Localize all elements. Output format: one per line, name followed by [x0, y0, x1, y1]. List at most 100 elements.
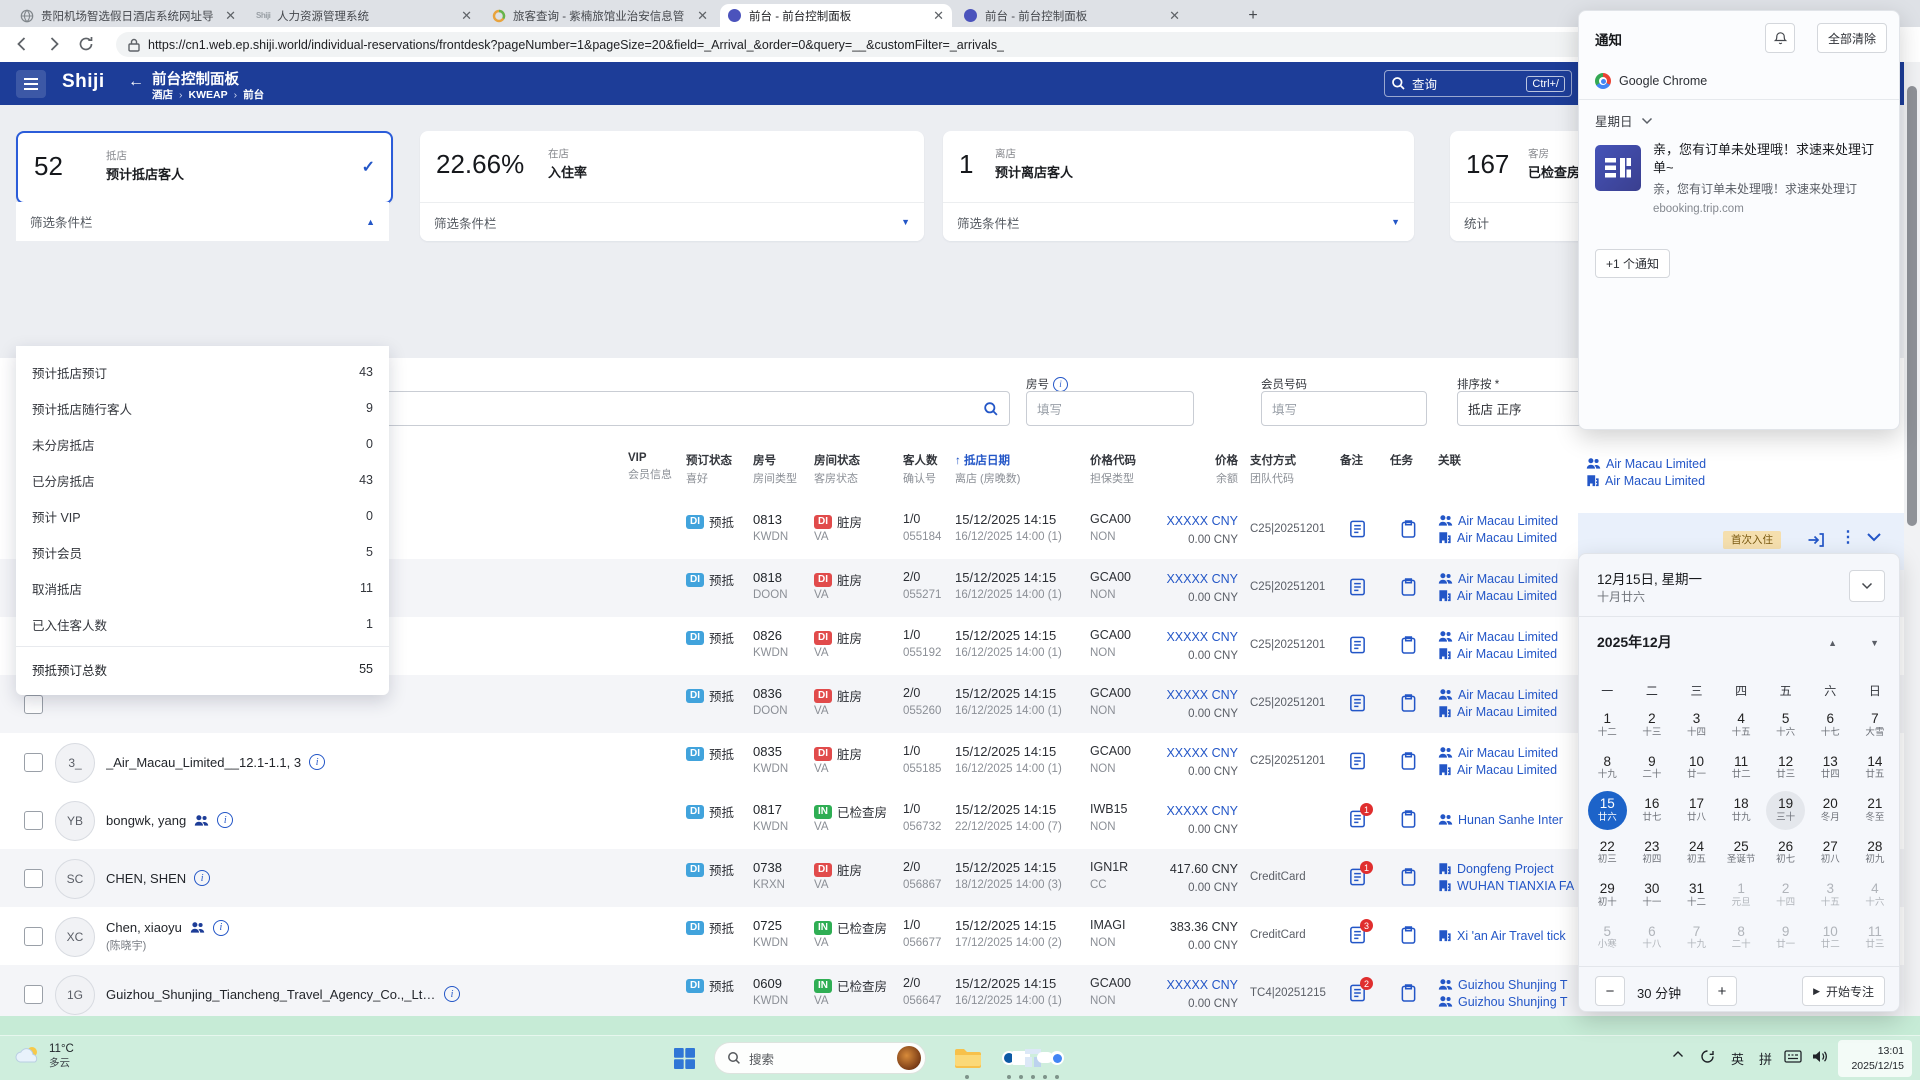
calendar-day[interactable]: 10廿一: [1674, 747, 1719, 790]
linked-profile[interactable]: Air Macau Limited: [1438, 744, 1558, 761]
departures-filter-bar[interactable]: 筛选条件栏▼: [943, 202, 1414, 241]
browser-tab[interactable]: 旅客查询 - 紫楠旅馆业治安信息管 ✕: [484, 4, 716, 27]
calendar-day[interactable]: 21冬至: [1853, 789, 1898, 832]
task-cell[interactable]: [1400, 867, 1417, 887]
ime-language-indicator[interactable]: 英: [1731, 1049, 1744, 1068]
calendar-day[interactable]: 10廿二: [1808, 917, 1853, 960]
guest-name[interactable]: Guizhou_Shunjing_Tiancheng_Travel_Agency…: [106, 987, 436, 1002]
calendar-day[interactable]: 18廿九: [1719, 789, 1764, 832]
tray-sync-icon[interactable]: [1699, 1048, 1716, 1065]
linked-profile[interactable]: Hunan Sanhe Inter: [1438, 811, 1563, 828]
note-cell[interactable]: 2: [1348, 983, 1367, 1003]
occupancy-filter-bar[interactable]: 筛选条件栏▼: [420, 202, 924, 241]
menu-icon[interactable]: [16, 70, 46, 98]
price[interactable]: XXXXX CNY: [1166, 572, 1238, 586]
calendar-day[interactable]: 5小寒: [1585, 917, 1630, 960]
calendar-day[interactable]: 26初七: [1763, 832, 1808, 875]
note-cell[interactable]: [1348, 577, 1367, 597]
calendar-day[interactable]: 3十四: [1674, 704, 1719, 747]
clear-all-button[interactable]: 全部清除: [1817, 23, 1887, 53]
calendar-day[interactable]: 1十二: [1585, 704, 1630, 747]
note-cell[interactable]: [1348, 519, 1367, 539]
price[interactable]: XXXXX CNY: [1166, 630, 1238, 644]
new-tab-button[interactable]: +: [1243, 6, 1263, 26]
info-icon[interactable]: i: [213, 920, 229, 936]
dropdown-item[interactable]: 预计会员 5: [16, 534, 389, 570]
note-cell[interactable]: [1348, 751, 1367, 771]
task-cell[interactable]: [1400, 809, 1417, 829]
tray-chevron-up-icon[interactable]: [1672, 1050, 1684, 1058]
notification-group[interactable]: 星期日: [1595, 111, 1653, 130]
note-icon[interactable]: [1348, 519, 1367, 539]
ime-mode-indicator[interactable]: 拼: [1759, 1049, 1772, 1068]
taskbar-clock[interactable]: 13:01 2025/12/15: [1838, 1040, 1912, 1077]
calendar-day[interactable]: 6十七: [1808, 704, 1853, 747]
task-icon[interactable]: [1400, 519, 1417, 539]
price[interactable]: 417.60 CNY: [1170, 862, 1238, 876]
notification-settings-icon[interactable]: [1765, 23, 1795, 53]
task-cell[interactable]: [1400, 635, 1417, 655]
tab-close-icon[interactable]: ✕: [461, 8, 472, 24]
more-notifications-button[interactable]: +1 个通知: [1595, 249, 1670, 278]
row-checkbox[interactable]: [24, 927, 43, 946]
task-icon[interactable]: [1400, 751, 1417, 771]
price[interactable]: 383.36 CNY: [1170, 920, 1238, 934]
linked-profile[interactable]: Air Macau Limited: [1438, 512, 1558, 529]
tab-close-icon[interactable]: ✕: [697, 8, 708, 24]
note-icon[interactable]: [1348, 693, 1367, 713]
dropdown-item[interactable]: 预计抵店预订 43: [16, 354, 389, 390]
forward-icon[interactable]: [44, 34, 64, 54]
dropdown-item[interactable]: 未分房抵店 0: [16, 426, 389, 462]
note-cell[interactable]: [1348, 635, 1367, 655]
notification-card[interactable]: 亲，您有订单未处理哦！求速来处理订单~ 亲，您有订单未处理哦！求速来处理订 eb…: [1595, 141, 1885, 215]
column-header[interactable]: ↑ 抵店日期离店 (房晚数): [955, 452, 1020, 486]
calendar-day[interactable]: 20冬月: [1808, 789, 1853, 832]
guest-name[interactable]: Chen, xiaoyu: [106, 920, 182, 935]
calendar-day[interactable]: 11廿二: [1719, 747, 1764, 790]
site-info-icon[interactable]: [128, 38, 140, 52]
more-actions-icon[interactable]: ⋮: [1840, 527, 1856, 547]
calendar-day[interactable]: 27初八: [1808, 832, 1853, 875]
calendar-day[interactable]: 8二十: [1719, 917, 1764, 960]
tab-close-icon[interactable]: ✕: [933, 8, 944, 24]
task-cell[interactable]: [1400, 519, 1417, 539]
row-checkbox[interactable]: [24, 695, 43, 714]
task-icon[interactable]: [1400, 983, 1417, 1003]
guest-name[interactable]: CHEN, SHEN: [106, 871, 186, 886]
dropdown-item[interactable]: 预计抵店随行客人 9: [16, 390, 389, 426]
calendar-day[interactable]: 4十五: [1719, 704, 1764, 747]
tab-close-icon[interactable]: ✕: [225, 8, 236, 24]
back-arrow-icon[interactable]: ←: [128, 73, 144, 91]
dropdown-item[interactable]: 取消抵店 11: [16, 570, 389, 606]
breadcrumb-hotel[interactable]: 酒店: [152, 87, 173, 102]
breadcrumb-property[interactable]: KWEAP: [189, 89, 228, 101]
linked-profile[interactable]: Air Macau Limited: [1438, 645, 1558, 662]
note-cell[interactable]: 3: [1348, 925, 1367, 945]
taskbar-search[interactable]: 搜索: [714, 1042, 926, 1074]
note-icon[interactable]: [1348, 635, 1367, 655]
note-icon[interactable]: [1348, 577, 1367, 597]
dropdown-item[interactable]: 已入住客人数 1: [16, 606, 389, 642]
linked-profile[interactable]: Dongfeng Project: [1438, 860, 1574, 877]
start-button[interactable]: [672, 1046, 697, 1071]
info-icon[interactable]: i: [217, 812, 233, 828]
calendar-collapse-icon[interactable]: [1849, 570, 1885, 602]
browser-tab[interactable]: Shiji 人力资源管理系统 ✕: [248, 4, 480, 27]
task-cell[interactable]: [1400, 577, 1417, 597]
guest-name[interactable]: _Air_Macau_Limited__12.1-1.1, 3: [106, 755, 301, 770]
calendar-day[interactable]: 25圣诞节: [1719, 832, 1764, 875]
linked-profile[interactable]: Air Macau Limited: [1438, 529, 1558, 546]
calendar-day[interactable]: 5十六: [1763, 704, 1808, 747]
checkin-icon[interactable]: [1806, 530, 1826, 550]
note-cell[interactable]: [1348, 693, 1367, 713]
linked-profile[interactable]: Air Macau Limited: [1438, 703, 1558, 720]
dropdown-item[interactable]: 预计 VIP 0: [16, 498, 389, 534]
back-icon[interactable]: [12, 34, 32, 54]
member-number-input[interactable]: 填写: [1261, 391, 1427, 426]
reload-icon[interactable]: [76, 34, 96, 54]
linked-profile[interactable]: Air Macau Limited: [1438, 570, 1558, 587]
linked-profile[interactable]: Guizhou Shunjing T: [1438, 976, 1568, 993]
task-cell[interactable]: [1400, 693, 1417, 713]
calendar-day[interactable]: 29初十: [1585, 874, 1630, 917]
note-cell[interactable]: 1: [1348, 809, 1367, 829]
